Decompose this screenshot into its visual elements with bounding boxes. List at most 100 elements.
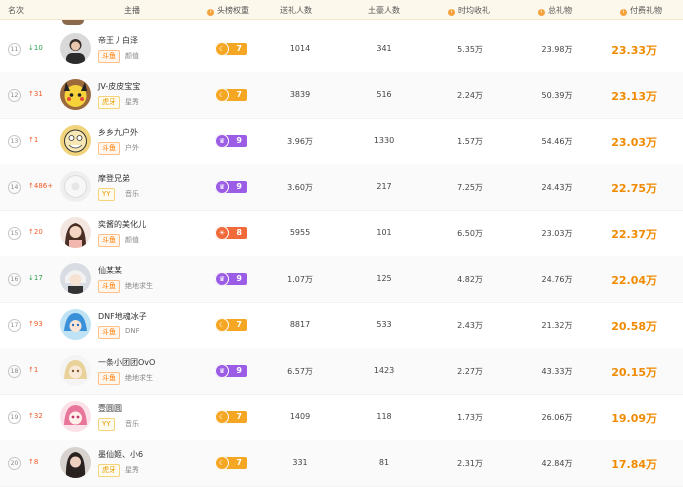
avatar[interactable] (60, 125, 91, 156)
avg-gift-value: 5.35万 (457, 45, 483, 54)
table-row[interactable]: 11 ↓10 帝王丿白泽 斗鱼 颜值 ☾ 7 1014 341 5.35万 23… (0, 26, 683, 73)
header-total-gift[interactable]: i 总礼物 (538, 5, 572, 16)
header-paid-gift[interactable]: i 付费礼物 (620, 5, 662, 16)
table-row[interactable]: 17 ↑93 DNF地魂冰子 斗鱼 DNF ☾ 7 8817 533 2.43万… (0, 302, 683, 349)
avatar[interactable] (60, 355, 91, 386)
category-label: 绝地求生 (125, 374, 153, 382)
streamer-name[interactable]: 摩登兄弟 (98, 173, 130, 184)
streamer-name[interactable]: DNF地魂冰子 (98, 311, 147, 322)
total-gift-value: 54.46万 (541, 137, 573, 146)
tyrant-users-value: 341 (376, 44, 392, 53)
weight-badge: ☾ 7 (215, 456, 247, 470)
sun-icon: ☀ (215, 226, 229, 240)
table-row[interactable]: 19 ↑32 壹圆圆 YY 音乐 ☾ 7 1409 118 1.73万 26.0… (0, 394, 683, 441)
platform-tag: 斗鱼 (98, 280, 120, 293)
avatar[interactable] (60, 33, 91, 64)
tyrant-users-value: 516 (376, 90, 392, 99)
moon-icon: ☾ (215, 42, 229, 56)
avatar[interactable] (60, 79, 91, 110)
rank-number: 14 (8, 181, 21, 194)
header-gift-users[interactable]: 送礼人数 (280, 5, 312, 16)
info-icon: i (207, 9, 214, 16)
avg-gift-value: 1.73万 (457, 413, 483, 422)
total-gift-value: 50.39万 (541, 91, 573, 100)
weight-level: 7 (236, 44, 242, 53)
info-icon: i (538, 9, 545, 16)
rank-change: ↑8 (28, 458, 39, 466)
gift-users-value: 6.57万 (287, 367, 313, 376)
platform-tag: 虎牙 (98, 464, 120, 477)
avatar[interactable] (60, 309, 91, 340)
rank-change: ↓10 (28, 44, 43, 52)
table-row[interactable]: 18 ↑1 一条小团团OvO 斗鱼 绝地求生 ♛ 9 6.57万 1423 2.… (0, 348, 683, 395)
paid-gift-value: 22.37万 (611, 228, 657, 241)
paid-gift-value: 19.09万 (611, 412, 657, 425)
table-row[interactable]: 14 ↑486+ 摩登兄弟 YY 音乐 ♛ 9 3.60万 217 7.25万 … (0, 164, 683, 211)
tyrant-users-value: 101 (376, 228, 392, 237)
gift-users-value: 331 (292, 458, 308, 467)
avg-gift-value: 2.24万 (457, 91, 483, 100)
table-row[interactable]: 13 ↑1 乡乡九户外 斗鱼 户外 ♛ 9 3.96万 1330 1.57万 5… (0, 118, 683, 165)
avatar[interactable] (60, 171, 91, 202)
paid-gift-value: 23.13万 (611, 90, 657, 103)
avatar-partial (62, 20, 84, 25)
gift-users-value: 5955 (289, 228, 311, 237)
paid-gift-value: 22.75万 (611, 182, 657, 195)
moon-icon: ☾ (215, 410, 229, 424)
rank-number: 15 (8, 227, 21, 240)
gift-users-value: 8817 (289, 320, 311, 329)
table-row[interactable]: 12 ↑31 JV-皮皮宝宝 虎牙 星秀 ☾ 7 3839 516 2.24万 … (0, 72, 683, 119)
total-gift-value: 24.76万 (541, 275, 573, 284)
table-row[interactable]: 20 ↑8 墨仙姬、小6 虎牙 星秀 ☾ 7 331 81 2.31万 42.8… (0, 440, 683, 487)
gift-users-value: 1014 (289, 44, 311, 53)
table-row[interactable]: 15 ↑20 奕酱的美化儿 斗鱼 颜值 ☀ 8 5955 101 6.50万 2… (0, 210, 683, 257)
platform-tag: YY (98, 418, 115, 431)
avatar[interactable] (60, 401, 91, 432)
header-avg-gift[interactable]: i 时均收礼 (448, 5, 490, 16)
weight-level: 9 (236, 274, 242, 283)
weight-badge: ☾ 7 (215, 318, 247, 332)
total-gift-value: 21.32万 (541, 321, 573, 330)
platform-tag: YY (98, 188, 115, 201)
streamer-name[interactable]: 仙某某 (98, 265, 122, 276)
weight-level: 9 (236, 136, 242, 145)
header-tyrant-users[interactable]: 土豪人数 (368, 5, 400, 16)
tyrant-users-value: 1423 (373, 366, 395, 375)
weight-level: 7 (236, 458, 242, 467)
paid-gift-value: 23.03万 (611, 136, 657, 149)
table-row[interactable]: 16 ↓17 仙某某 斗鱼 绝地求生 ♛ 9 1.07万 125 4.82万 2… (0, 256, 683, 303)
tyrant-users-value: 1330 (373, 136, 395, 145)
rank-number: 13 (8, 135, 21, 148)
streamer-name[interactable]: 奕酱的美化儿 (98, 219, 146, 230)
category-label: 颜值 (125, 52, 139, 60)
rank-number: 17 (8, 319, 21, 332)
avatar[interactable] (60, 263, 91, 294)
rank-number: 11 (8, 43, 21, 56)
avatar[interactable] (60, 447, 91, 478)
header-head-weight-label: 头榜权重 (217, 6, 249, 15)
header-paid-gift-label: 付费礼物 (630, 6, 662, 15)
weight-badge: ☾ 7 (215, 410, 247, 424)
table-header: 名次 主播 i 头榜权重 送礼人数 土豪人数 i 时均收礼 i 总礼物 i 付费礼物 (0, 0, 683, 20)
platform-tag: 斗鱼 (98, 234, 120, 247)
streamer-name[interactable]: JV-皮皮宝宝 (98, 81, 140, 92)
rank-change: ↑32 (28, 412, 43, 420)
streamer-name[interactable]: 壹圆圆 (98, 403, 122, 414)
avatar[interactable] (60, 217, 91, 248)
moon-icon: ☾ (215, 456, 229, 470)
platform-tag: 斗鱼 (98, 372, 120, 385)
crown-icon: ♛ (215, 180, 229, 194)
streamer-name[interactable]: 一条小团团OvO (98, 357, 155, 368)
weight-level: 7 (236, 412, 242, 421)
tyrant-users-value: 81 (378, 458, 390, 467)
moon-icon: ☾ (215, 318, 229, 332)
rank-change: ↑1 (28, 366, 39, 374)
streamer-name[interactable]: 帝王丿白泽 (98, 35, 138, 46)
streamer-name[interactable]: 墨仙姬、小6 (98, 449, 143, 460)
rank-number: 16 (8, 273, 21, 286)
paid-gift-value: 23.33万 (611, 44, 657, 57)
avg-gift-value: 7.25万 (457, 183, 483, 192)
streamer-name[interactable]: 乡乡九户外 (98, 127, 138, 138)
header-head-weight[interactable]: i 头榜权重 (207, 5, 249, 16)
tyrant-users-value: 125 (376, 274, 392, 283)
